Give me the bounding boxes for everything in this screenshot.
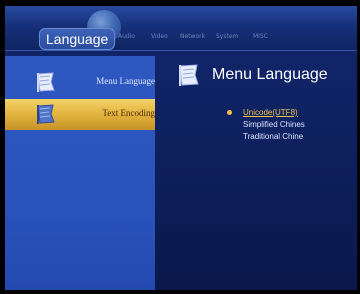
selected-dot-icon [227, 110, 232, 115]
option-list: Unicode(UTF8) Simplified Chines Traditio… [227, 107, 305, 143]
sidebar-item-menu-language[interactable]: Menu Language [5, 67, 155, 98]
tab-misc[interactable]: MISC [253, 33, 268, 40]
tab-language[interactable]: Language [39, 28, 116, 50]
tab-network[interactable]: Network [180, 33, 205, 40]
tab-bar: Language Audio Video Network System MISC [5, 6, 357, 51]
settings-sidebar: Menu Language Text Encoding [5, 56, 155, 290]
flag-icon [179, 64, 199, 86]
option-unicode-utf8[interactable]: Unicode(UTF8) [227, 107, 305, 119]
sidebar-item-text-encoding[interactable]: Text Encoding [5, 99, 155, 130]
flag-icon [37, 72, 55, 92]
option-label: Unicode(UTF8) [243, 108, 298, 117]
settings-screen: Language Audio Video Network System MISC… [5, 6, 357, 290]
sidebar-item-label: Text Encoding [102, 108, 155, 118]
tab-video[interactable]: Video [151, 33, 168, 40]
tab-audio[interactable]: Audio [118, 33, 135, 40]
option-label: Simplified Chines [243, 120, 305, 129]
page-title: Menu Language [212, 66, 328, 83]
sidebar-item-label: Menu Language [96, 76, 155, 86]
option-label: Traditional Chine [243, 132, 304, 141]
tab-system[interactable]: System [216, 33, 238, 40]
flag-icon [37, 104, 55, 124]
option-simplified-chinese[interactable]: Simplified Chines [227, 119, 305, 131]
option-traditional-chinese[interactable]: Traditional Chine [227, 131, 305, 143]
